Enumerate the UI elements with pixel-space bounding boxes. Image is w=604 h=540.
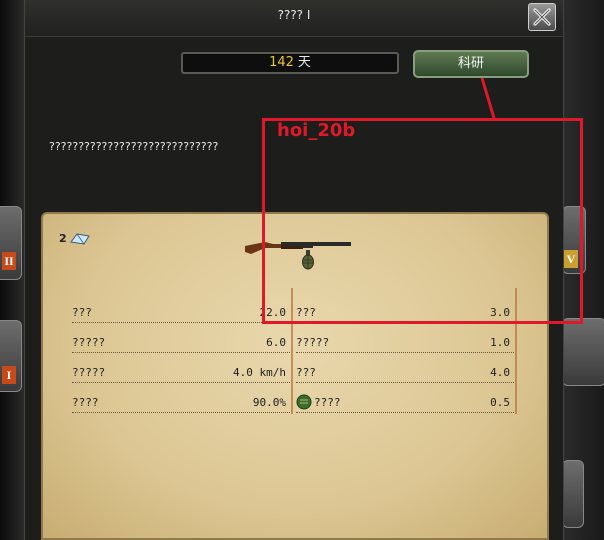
close-icon	[533, 8, 551, 26]
days-unit: 天	[297, 55, 311, 70]
dialog-title: ???? I	[277, 8, 311, 22]
stat-label: ?????	[296, 336, 330, 349]
stat-value: 6.0	[266, 336, 286, 349]
stat-row: ????? 6.0	[72, 334, 290, 353]
stat-row: ????? 4.0 km/h	[72, 364, 290, 383]
grenade-icon	[302, 250, 314, 270]
stat-label: ???	[72, 306, 92, 319]
column-divider	[291, 288, 293, 414]
stat-label: ?????	[72, 336, 106, 349]
annotation-label: hoi_20b	[277, 120, 356, 141]
rifle-icon	[245, 242, 351, 254]
column-divider	[515, 288, 517, 414]
stat-value: 3.0	[490, 306, 510, 319]
stat-row: ??? 4.0	[296, 364, 514, 383]
supply-icon	[70, 233, 90, 245]
stat-row: ????? 1.0	[296, 334, 514, 353]
title-bar: ???? I	[25, 0, 563, 37]
stat-label: ????	[72, 396, 99, 409]
stat-row: ???? 0.5	[296, 394, 514, 413]
stat-value: 4.0	[490, 366, 510, 379]
tech-description: ?????????????????????????????	[49, 140, 219, 153]
background-unit-card[interactable]	[562, 318, 604, 386]
stat-row: ??? 22.0	[72, 304, 290, 323]
tech-dialog: ???? I 142 天 科研 ?????????????????????????…	[24, 0, 564, 540]
stat-label: ???	[296, 366, 316, 379]
research-button[interactable]: 科研	[413, 50, 529, 78]
stat-value: 4.0 km/h	[233, 366, 286, 379]
background-badge: I	[2, 366, 16, 384]
background-badge: V	[564, 250, 578, 268]
research-days-display: 142 天	[181, 52, 399, 74]
stat-value: 0.5	[490, 396, 510, 409]
background-unit-card[interactable]	[562, 460, 584, 528]
stat-label: ?????	[72, 366, 106, 379]
stat-row: ??? 3.0	[296, 304, 514, 323]
close-button[interactable]	[528, 3, 556, 31]
grenade-icon	[296, 394, 312, 410]
stat-label: ???	[296, 306, 316, 319]
stat-value: 22.0	[259, 306, 287, 319]
stat-value: 1.0	[490, 336, 510, 349]
days-value: 142	[269, 55, 294, 70]
stat-row: ???? 90.0%	[72, 394, 290, 413]
unit-count: 2	[59, 232, 67, 245]
stat-label: ????	[314, 396, 341, 409]
stat-value: 90.0%	[252, 396, 286, 409]
background-badge: II	[2, 252, 16, 270]
